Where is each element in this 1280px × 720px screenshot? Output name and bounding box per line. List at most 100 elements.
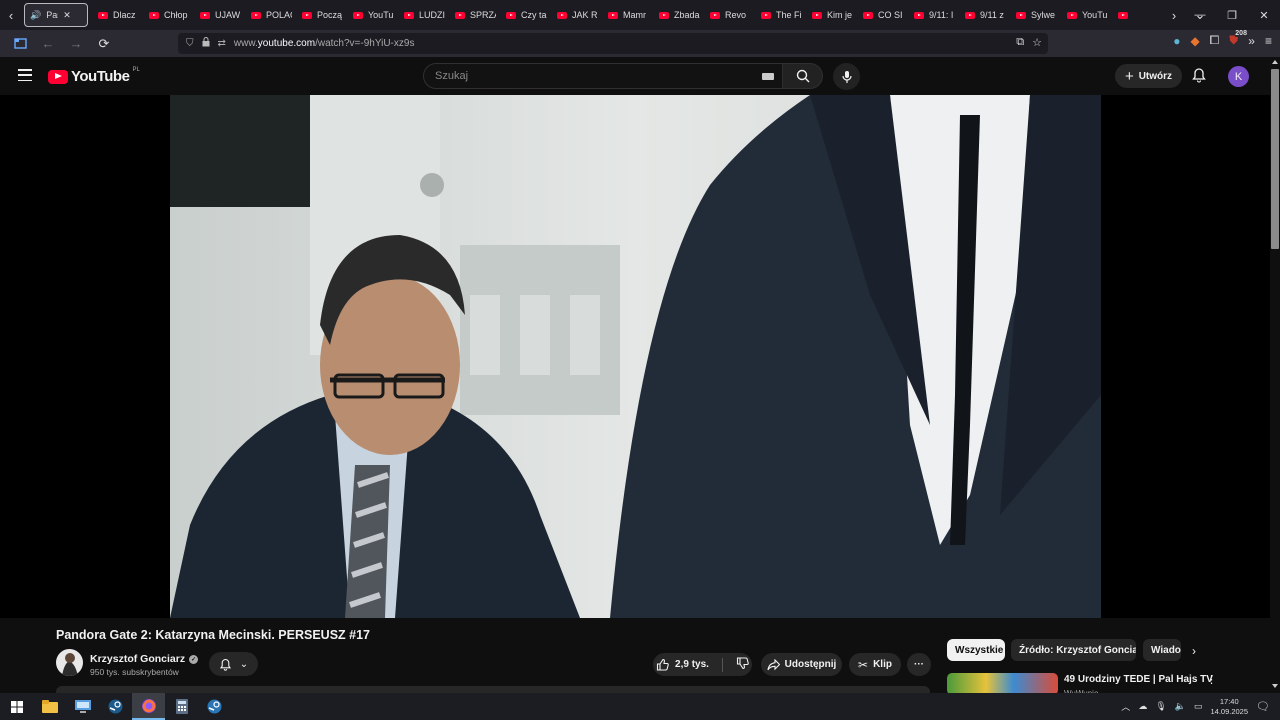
notifications-bell-icon[interactable] xyxy=(1191,67,1207,88)
scrollbar-thumb[interactable] xyxy=(1271,69,1279,249)
back-button[interactable]: ← xyxy=(36,32,60,56)
keyboard-icon[interactable] xyxy=(762,73,774,80)
close-window-button[interactable]: ✕ xyxy=(1248,0,1280,30)
steam-icon[interactable] xyxy=(99,693,132,720)
tabs-scroll-left-button[interactable]: ‹ xyxy=(0,0,22,30)
browser-tab[interactable]: 9/11 z xyxy=(957,0,1008,30)
taskbar-clock[interactable]: 17:40 14.09.2025 xyxy=(1210,697,1248,717)
browser-tab[interactable]: Sylwe xyxy=(1008,0,1059,30)
video-frame[interactable] xyxy=(170,95,1101,618)
calculator-icon[interactable] xyxy=(165,693,198,720)
youtube-favicon-icon xyxy=(353,11,363,19)
lock-icon[interactable] xyxy=(202,37,210,50)
tab-label: CO SI xyxy=(878,10,903,20)
network-icon[interactable]: ▭ xyxy=(1194,701,1203,712)
ublock-badge: 208 xyxy=(1235,30,1247,37)
windows-start-icon[interactable] xyxy=(0,693,33,720)
speaker-volume-icon[interactable]: 🔈 xyxy=(1175,701,1186,712)
recommendation-thumbnail[interactable] xyxy=(947,673,1058,695)
minimize-button[interactable]: — xyxy=(1184,0,1216,30)
computer-app-icon[interactable] xyxy=(66,693,99,720)
scroll-down-arrow-icon[interactable] xyxy=(1272,684,1278,688)
browser-tab[interactable]: Revo xyxy=(702,0,753,30)
browser-tab[interactable]: CO SI xyxy=(855,0,906,30)
forward-button[interactable]: → xyxy=(64,32,88,56)
reload-button[interactable]: ⟳ xyxy=(92,32,116,56)
recommendation-menu-icon[interactable]: ⋮ xyxy=(1206,673,1217,686)
dislike-button[interactable] xyxy=(736,656,749,673)
browser-tab[interactable] xyxy=(1110,0,1161,30)
share-button[interactable]: Udostępnij xyxy=(761,653,842,676)
youtube-favicon-icon xyxy=(506,11,516,19)
browser-tab[interactable]: Kim je xyxy=(804,0,855,30)
filter-chip[interactable]: Wiado xyxy=(1143,639,1181,661)
clip-button[interactable]: ✂ Klip xyxy=(849,653,901,676)
browser-navigation-bar: ← → ⟳ ⛉ ⇄ www.youtube.com/watch?v=-9hYiU… xyxy=(0,30,1280,57)
browser-tab[interactable]: Chłop xyxy=(141,0,192,30)
guide-menu-icon[interactable] xyxy=(18,69,32,81)
microphone-tray-icon[interactable]: 🎙 xyxy=(1155,701,1166,712)
youtube-favicon-icon xyxy=(812,11,822,19)
firefox-icon[interactable] xyxy=(132,693,165,720)
logo-text: YouTube xyxy=(71,68,130,85)
browser-tab[interactable]: Zbada xyxy=(651,0,702,30)
video-player[interactable] xyxy=(0,95,1270,618)
fox-extension-icon[interactable]: ◆ xyxy=(1190,34,1199,48)
browser-tab[interactable]: YouTu xyxy=(1059,0,1110,30)
browser-tab[interactable]: SPRZĄ xyxy=(447,0,498,30)
browser-tab[interactable]: JAK R xyxy=(549,0,600,30)
page-scrollbar[interactable] xyxy=(1270,57,1280,693)
overflow-chevron-icon[interactable]: » xyxy=(1248,34,1255,48)
more-actions-button[interactable]: ··· xyxy=(907,653,931,676)
tab-label: Mamr xyxy=(623,10,646,20)
browser-tab[interactable]: Mamr xyxy=(600,0,651,30)
create-button[interactable]: + Utwórz xyxy=(1115,64,1182,88)
active-browser-tab[interactable]: 🔊 Pan ✕ xyxy=(24,3,88,27)
account-avatar[interactable]: K xyxy=(1228,66,1249,87)
voice-search-button[interactable] xyxy=(833,63,860,90)
recommendation-title[interactable]: 49 Urodziny TEDE | Pal Hajs TV xyxy=(1064,674,1213,685)
tab-list: 🔊 Pan ✕ Dlacz Chłop UJAW POLAC Począ YouTu LUDZI S… xyxy=(22,0,1161,30)
picture-in-picture-icon[interactable]: ⧉ xyxy=(1016,36,1024,49)
subscription-notifications-button[interactable]: ⌄ xyxy=(209,652,258,676)
tracking-protection-icon[interactable]: ⛉ xyxy=(186,38,194,49)
notifications-center-icon[interactable]: 🗨 xyxy=(1256,700,1270,713)
tab-label: JAK R xyxy=(572,10,598,20)
ublock-extension-icon[interactable]: ⛊ 208 xyxy=(1229,30,1247,48)
browser-tab[interactable]: LUDZI xyxy=(396,0,447,30)
create-label: Utwórz xyxy=(1138,70,1173,82)
like-button[interactable]: 2,9 tys. xyxy=(656,658,709,671)
browser-tab[interactable]: 9/11: I xyxy=(906,0,957,30)
onedrive-cloud-icon[interactable]: ☁ xyxy=(1138,701,1147,712)
vpn-extension-icon[interactable]: ● xyxy=(1173,34,1180,48)
youtube-logo[interactable]: YouTube PL xyxy=(48,67,140,85)
steam-secondary-icon[interactable] xyxy=(198,693,231,720)
extensions-icon[interactable]: ⧠ xyxy=(1210,33,1220,48)
browser-tab[interactable]: Dlacz xyxy=(90,0,141,30)
tab-audio-icon[interactable]: 🔊 xyxy=(30,10,41,21)
channel-avatar[interactable] xyxy=(56,649,83,676)
tabs-scroll-right-button[interactable]: › xyxy=(1163,0,1185,30)
search-input[interactable]: Szukaj xyxy=(423,63,783,89)
sidebar-toggle-icon[interactable] xyxy=(8,32,32,56)
browser-tab[interactable]: YouTu xyxy=(345,0,396,30)
permissions-icon[interactable]: ⇄ xyxy=(218,38,226,49)
chips-next-arrow-icon[interactable]: › xyxy=(1192,644,1196,658)
tray-overflow-chevron-icon[interactable]: ︿ xyxy=(1121,700,1130,713)
filter-chip[interactable]: Wszystkie xyxy=(947,639,1005,661)
search-button[interactable] xyxy=(783,63,823,89)
browser-tab[interactable]: POLAC xyxy=(243,0,294,30)
scroll-up-arrow-icon[interactable] xyxy=(1272,60,1278,64)
restore-button[interactable]: ❐ xyxy=(1216,0,1248,30)
bookmark-star-icon[interactable]: ☆ xyxy=(1032,36,1042,49)
browser-tab[interactable]: Czy ta xyxy=(498,0,549,30)
browser-tab[interactable]: Począ xyxy=(294,0,345,30)
filter-chip[interactable]: Źródło: Krzysztof Gonciarz xyxy=(1011,639,1136,661)
app-menu-icon[interactable]: ≡ xyxy=(1265,34,1272,48)
channel-name[interactable]: Krzysztof Gonciarz ✓ xyxy=(90,653,199,665)
file-explorer-icon[interactable] xyxy=(33,693,66,720)
browser-tab[interactable]: The Fi xyxy=(753,0,804,30)
address-bar[interactable]: ⛉ ⇄ www.youtube.com/watch?v=-9hYiU-xz9s … xyxy=(178,33,1048,54)
close-tab-icon[interactable]: ✕ xyxy=(63,10,71,21)
browser-tab[interactable]: UJAW xyxy=(192,0,243,30)
